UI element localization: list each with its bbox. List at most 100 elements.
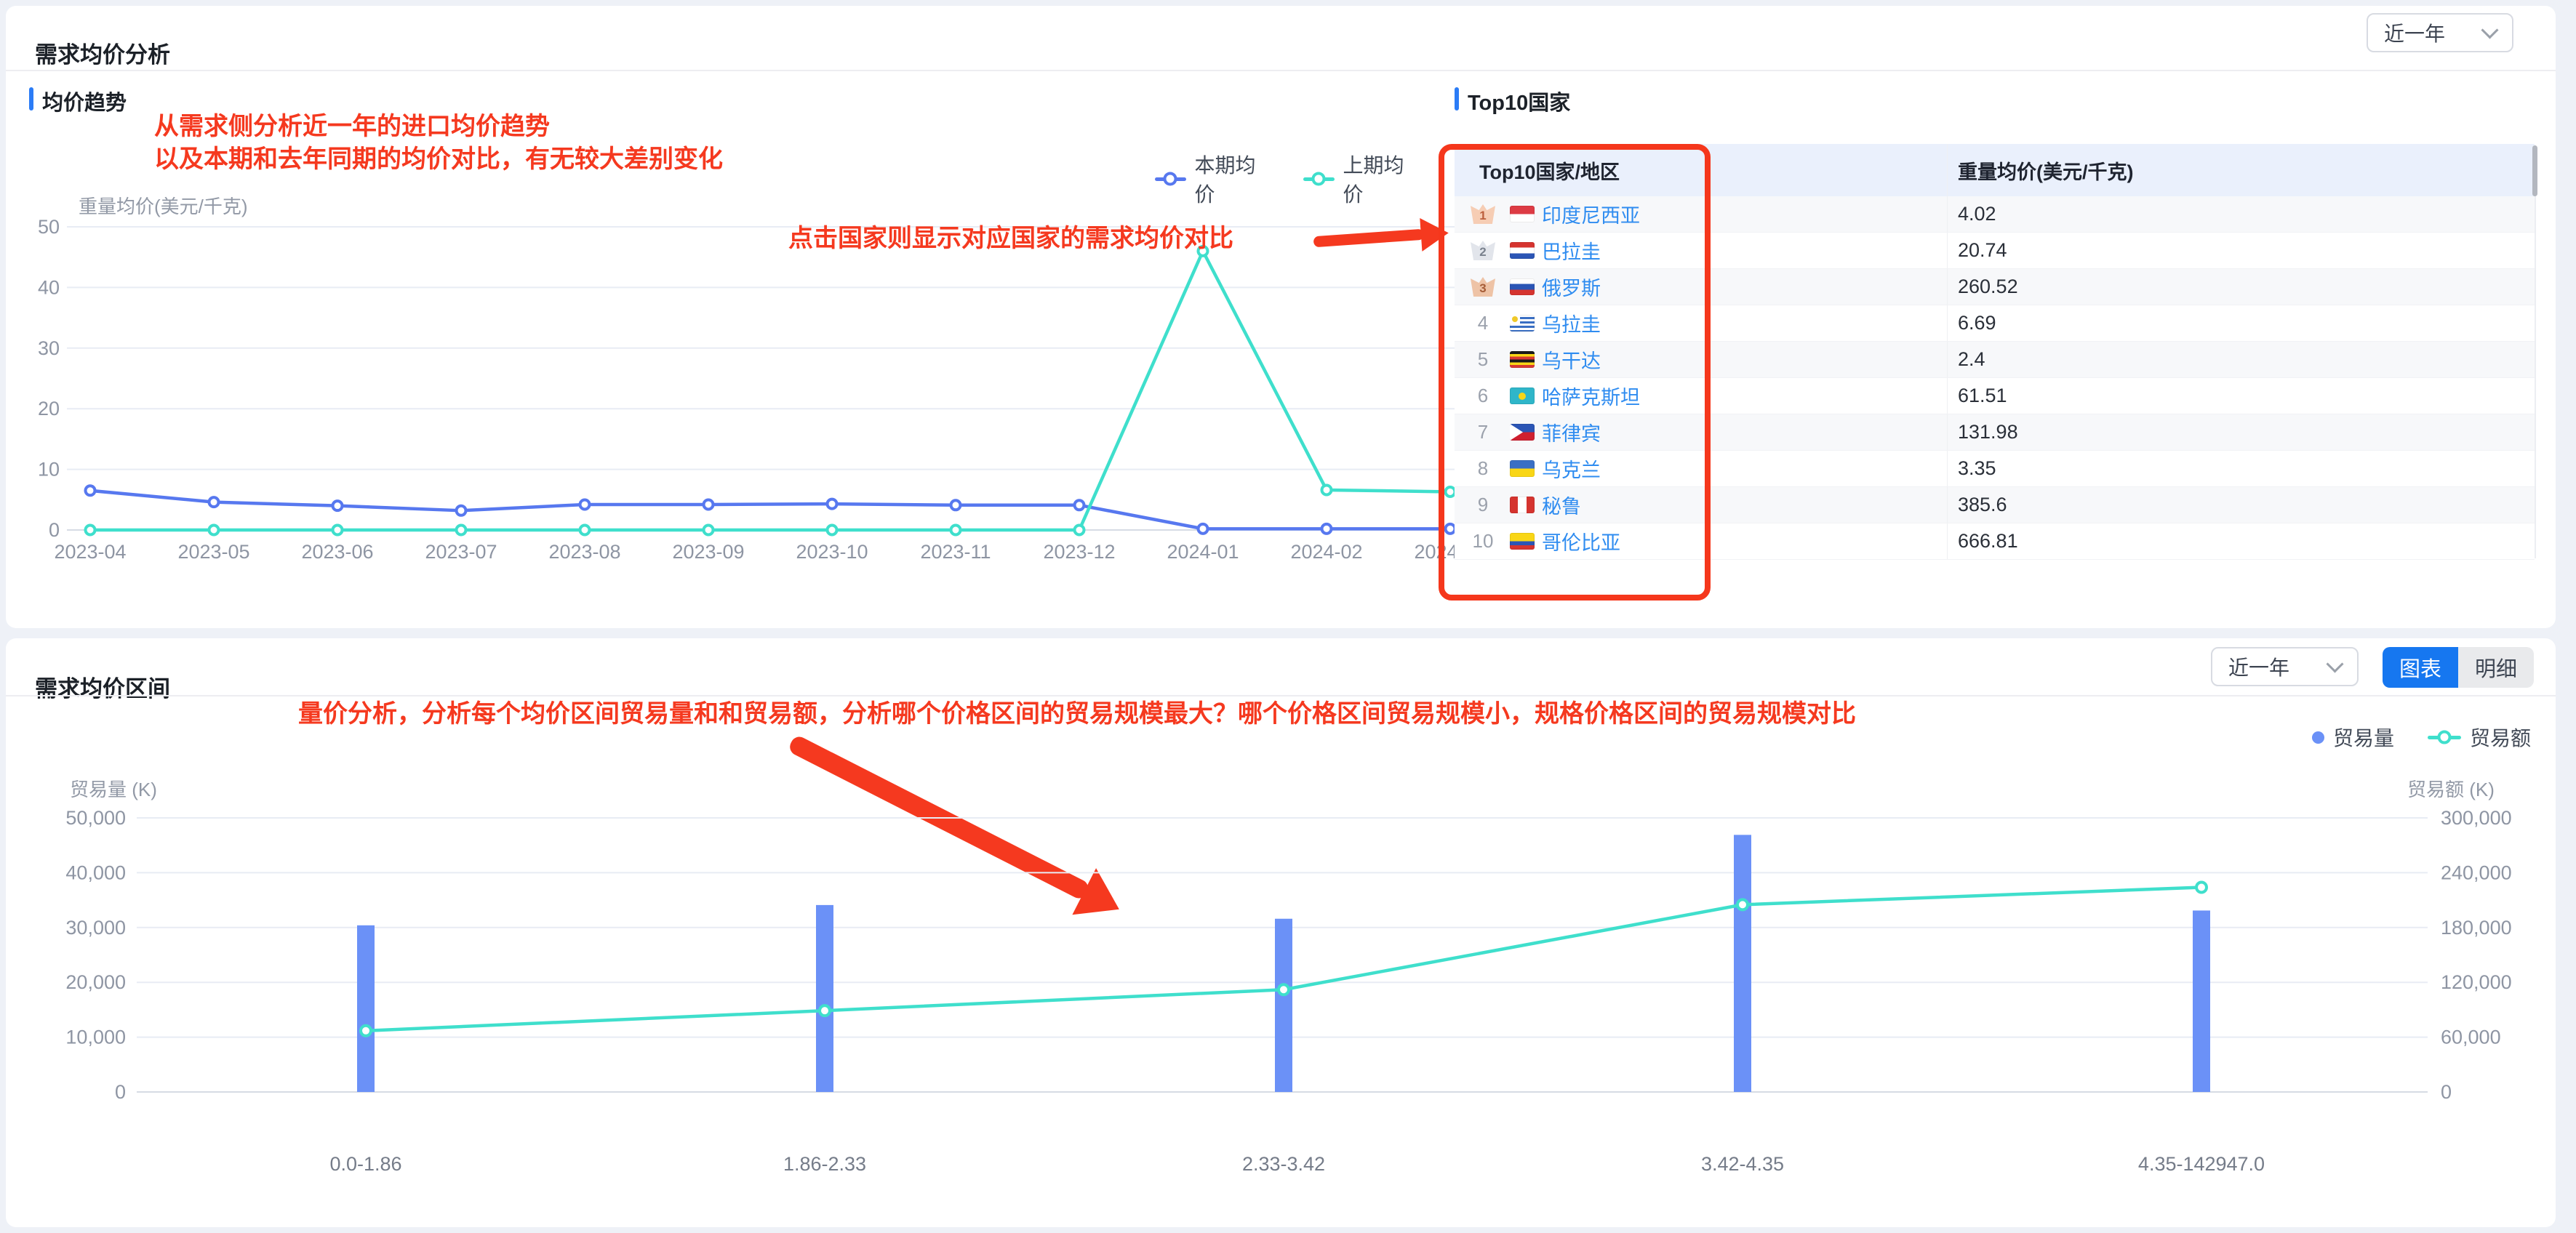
header-divider [6, 695, 2556, 696]
demand-price-range-card: 需求均价区间 近一年 图表 明细 量价分析，分析每个均价区间贸易量和和贸易额，分… [6, 638, 2556, 1227]
svg-text:20: 20 [38, 398, 60, 419]
country-link[interactable]: 乌干达 [1542, 345, 1601, 374]
country-flag-icon [1510, 278, 1535, 295]
svg-text:2023-06: 2023-06 [301, 541, 373, 563]
click-hint-annotation: 点击国家则显示对应国家的需求均价对比 [788, 225, 1233, 252]
header-price-column: 重量均价(美元/千克) [1947, 144, 2535, 196]
trend-legend: 本期均价 上期均价 [1155, 150, 1418, 208]
line-marker-icon [2427, 735, 2461, 739]
table-row[interactable]: 8 乌克兰 3.35 [1455, 451, 2535, 487]
country-link[interactable]: 印度尼西亚 [1542, 200, 1640, 228]
legend-item-current-period[interactable]: 本期均价 [1155, 150, 1270, 208]
rank-badge: 10 [1472, 530, 1494, 552]
country-link[interactable]: 菲律宾 [1542, 418, 1601, 446]
svg-text:2023-07: 2023-07 [425, 541, 497, 563]
svg-text:0: 0 [49, 519, 60, 541]
range-legend: 贸易量 贸易额 [2231, 723, 2531, 752]
svg-text:30: 30 [38, 337, 60, 359]
svg-text:10: 10 [38, 459, 60, 481]
country-link[interactable]: 乌克兰 [1542, 454, 1601, 483]
right-axis-unit: 贸易额 (K) [2407, 779, 2495, 800]
legend-item-trade-volume[interactable]: 贸易量 [2311, 723, 2394, 752]
svg-text:0.0-1.86: 0.0-1.86 [329, 1153, 401, 1175]
table-row[interactable]: 5 乌干达 2.4 [1455, 342, 2535, 378]
svg-text:2024-01: 2024-01 [1167, 541, 1239, 563]
line-marker-icon [1155, 177, 1186, 181]
country-link[interactable]: 俄罗斯 [1542, 273, 1601, 301]
rank-badge: 4 [1477, 312, 1489, 334]
svg-text:1.86-2.33: 1.86-2.33 [783, 1153, 866, 1175]
time-range-select[interactable]: 近一年 [2367, 13, 2513, 52]
legend-item-trade-value[interactable]: 贸易额 [2427, 723, 2531, 752]
price-cell: 61.51 [1947, 378, 2535, 414]
tab-detail-view[interactable]: 明细 [2458, 647, 2534, 688]
country-flag-icon [1510, 533, 1535, 550]
table-row[interactable]: 10 哥伦比亚 666.81 [1455, 523, 2535, 560]
range-time-select[interactable]: 近一年 [2211, 647, 2359, 686]
country-flag-icon [1510, 315, 1535, 332]
crown-rank-icon: 1 [1471, 204, 1495, 224]
price-cell: 6.69 [1947, 305, 2535, 341]
view-toggle: 图表 明细 [2383, 647, 2534, 688]
svg-text:2023-11: 2023-11 [920, 541, 991, 563]
svg-text:2.33-3.42: 2.33-3.42 [1242, 1153, 1325, 1175]
trend-section-title: 均价趋势 [42, 92, 127, 115]
country-flag-icon [1510, 242, 1535, 259]
range-section-title: 需求均价区间 [35, 675, 170, 702]
table-row[interactable]: 9 秘鲁 385.6 [1455, 487, 2535, 523]
country-flag-icon [1510, 424, 1535, 441]
svg-text:2023-10: 2023-10 [796, 541, 868, 563]
country-flag-icon [1510, 206, 1535, 222]
country-link[interactable]: 哈萨克斯坦 [1542, 382, 1640, 410]
table-row[interactable]: 2 巴拉圭 20.74 [1455, 233, 2535, 269]
country-flag-icon [1510, 497, 1535, 513]
price-cell: 260.52 [1947, 269, 2535, 305]
svg-text:30,000: 30,000 [65, 917, 126, 939]
time-range-value: 近一年 [2384, 23, 2446, 45]
price-cell: 20.74 [1947, 233, 2535, 268]
svg-text:0: 0 [2441, 1081, 2452, 1103]
table-scrollbar-thumb[interactable] [2532, 145, 2537, 196]
svg-text:60,000: 60,000 [2441, 1027, 2501, 1048]
header-country-column: Top10国家/地区 [1479, 161, 1620, 183]
svg-text:120,000: 120,000 [2441, 971, 2512, 993]
price-range-chart: 0 0 10,000 60,000 20,000 120,000 30,000 180,000… [65, 807, 2512, 1175]
country-link[interactable]: 哥伦比亚 [1542, 527, 1620, 555]
price-cell: 4.02 [1947, 196, 2535, 232]
chevron-down-icon [2481, 20, 2499, 39]
demand-avg-price-card: 需求均价分析 近一年 均价趋势 从需求侧分析近一年的进口均价趋势 以及本期和去年… [6, 6, 2556, 628]
table-row[interactable]: 4 乌拉圭 6.69 [1455, 305, 2535, 342]
svg-text:10,000: 10,000 [65, 1027, 126, 1048]
country-link[interactable]: 秘鲁 [1542, 491, 1581, 519]
svg-text:50,000: 50,000 [65, 807, 126, 829]
price-cell: 131.98 [1947, 414, 2535, 450]
svg-text:180,000: 180,000 [2441, 917, 2512, 939]
country-link[interactable]: 乌拉圭 [1542, 309, 1601, 337]
svg-text:2023-08: 2023-08 [548, 541, 620, 563]
table-scrollbar-track [2535, 145, 2536, 558]
table-row[interactable]: 6 哈萨克斯坦 61.51 [1455, 378, 2535, 414]
demand-price-dashboard: 需求均价分析 近一年 均价趋势 从需求侧分析近一年的进口均价趋势 以及本期和去年… [0, 0, 2576, 1233]
legend-item-previous-period[interactable]: 上期均价 [1303, 150, 1418, 208]
trend-annotation: 从需求侧分析近一年的进口均价趋势 以及本期和去年同期的均价对比，有无较大差别变化 [154, 113, 723, 173]
svg-text:20,000: 20,000 [65, 971, 126, 993]
svg-text:4.35-142947.0: 4.35-142947.0 [2138, 1153, 2265, 1175]
svg-text:50: 50 [38, 216, 60, 238]
tab-chart-view[interactable]: 图表 [2383, 647, 2458, 688]
svg-text:2023-05: 2023-05 [177, 541, 249, 563]
crown-rank-icon: 2 [1471, 241, 1495, 260]
svg-text:40: 40 [38, 276, 60, 298]
chevron-down-icon [2326, 654, 2344, 673]
rank-badge: 9 [1477, 494, 1489, 515]
table-row[interactable]: 3 俄罗斯 260.52 [1455, 269, 2535, 305]
price-cell: 385.6 [1947, 487, 2535, 523]
top10-table-header: Top10国家/地区 重量均价(美元/千克) [1455, 144, 2535, 196]
table-row[interactable]: 1 印度尼西亚 4.02 [1455, 196, 2535, 233]
table-row[interactable]: 7 菲律宾 131.98 [1455, 414, 2535, 451]
volume-price-annotation: 量价分析，分析每个均价区间贸易量和和贸易额，分析哪个价格区间的贸易规模最大？哪个… [298, 700, 1856, 728]
line-marker-icon [1303, 177, 1335, 181]
top10-section-title: Top10国家 [1468, 92, 1571, 115]
country-link[interactable]: 巴拉圭 [1542, 236, 1601, 265]
accent-bar [1455, 87, 1459, 111]
range-time-value: 近一年 [2228, 656, 2290, 679]
